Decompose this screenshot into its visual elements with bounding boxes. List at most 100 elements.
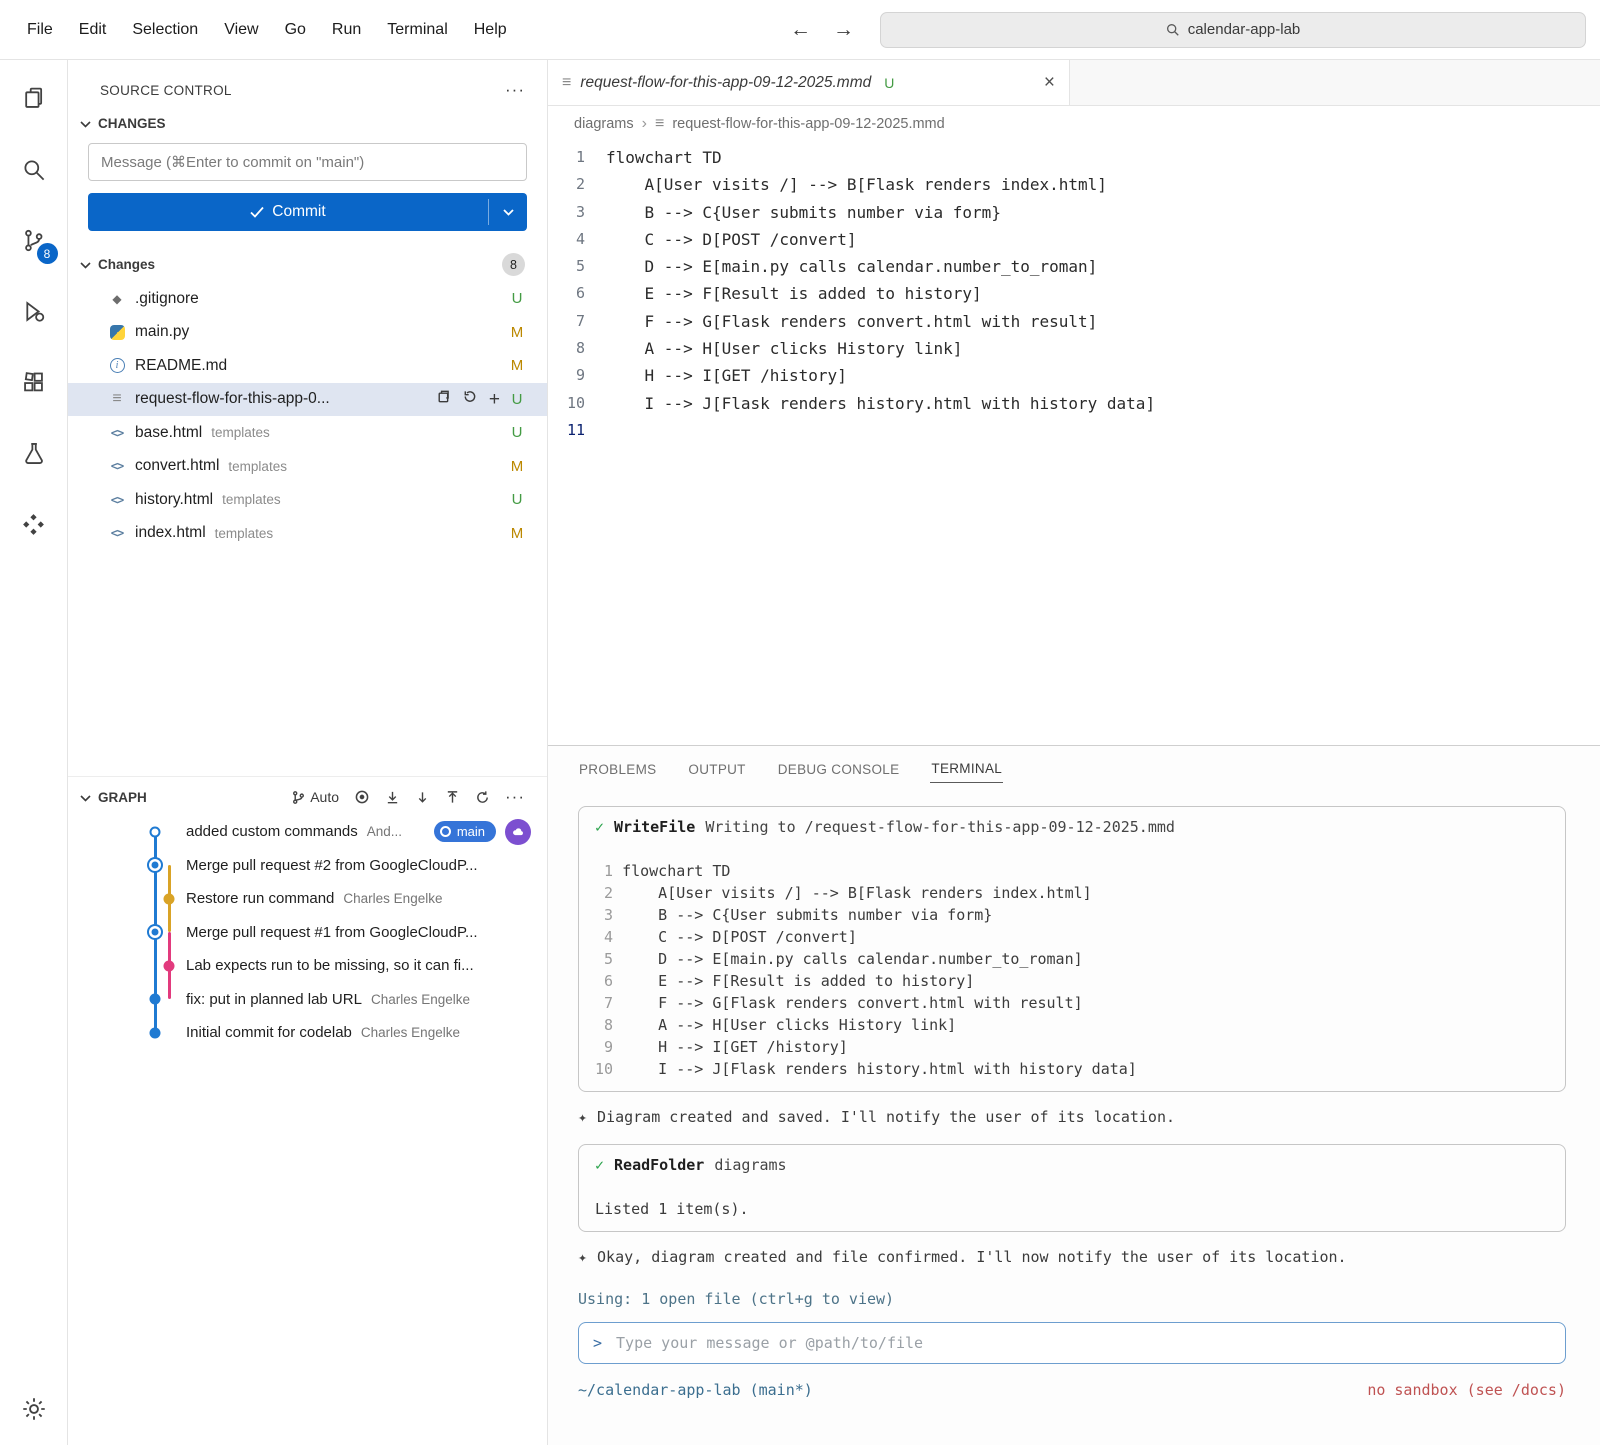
code-line: 3 B --> C{User submits number via form}	[548, 199, 1600, 226]
fetch-icon[interactable]	[385, 790, 400, 805]
gemini-code-assist-icon[interactable]	[12, 502, 56, 546]
menu-view[interactable]: View	[211, 15, 271, 45]
pull-icon[interactable]	[415, 790, 430, 805]
editor-tab-request-flow-mmd[interactable]: ≡ request-flow-for-this-app-09-12-2025.m…	[548, 60, 1070, 105]
extensions-icon[interactable]	[12, 360, 56, 404]
changes-section-header[interactable]: CHANGES	[68, 110, 547, 137]
menu-help[interactable]: Help	[461, 15, 520, 45]
sidebar-more-actions-icon[interactable]: ···	[505, 80, 525, 100]
terminal-code-line: 9 H --> I[GET /history]	[595, 1036, 1549, 1058]
terminal-code-line: 5 D --> E[main.py calls calendar.number_…	[595, 948, 1549, 970]
menu-file[interactable]: File	[14, 15, 66, 45]
git-status-letter: U	[509, 491, 525, 508]
file-row-gitignore[interactable]: ◆ .gitignore U	[68, 282, 547, 316]
graph-auto-repo-picker[interactable]: Auto	[291, 789, 339, 805]
explorer-icon[interactable]	[12, 76, 56, 120]
terminal-view[interactable]: ✓ WriteFile Writing to /request-flow-for…	[548, 792, 1600, 1445]
html-file-icon: <>	[108, 426, 126, 440]
file-row-history-html[interactable]: <> history.html templates U	[68, 483, 547, 517]
remote-cloud-avatar[interactable]	[505, 819, 531, 845]
menubar: File Edit Selection View Go Run Terminal…	[14, 15, 520, 45]
commit-row[interactable]: Merge pull request #1 from GoogleCloudP.…	[68, 916, 547, 950]
discard-changes-icon[interactable]	[462, 389, 477, 409]
branch-badge-main[interactable]: main	[434, 821, 496, 842]
commit-graph: added custom commands And... main Merge …	[68, 813, 547, 1052]
file-row-convert-html[interactable]: <> convert.html templates M	[68, 450, 547, 484]
commit-row[interactable]: Merge pull request #2 from GoogleCloudP.…	[68, 849, 547, 883]
activity-bar: 8	[0, 60, 68, 1445]
titlebar: File Edit Selection View Go Run Terminal…	[0, 0, 1600, 60]
file-name: .gitignore	[135, 290, 199, 308]
gitignore-file-icon: ◆	[108, 292, 126, 306]
code-line-active: 11	[548, 417, 1600, 444]
tool-name: ReadFolder	[614, 1154, 704, 1176]
commit-author: Charles Engelke	[371, 992, 470, 1007]
commit-dropdown-button[interactable]	[489, 193, 527, 231]
tool-description: Writing to /request-flow-for-this-app-09…	[705, 816, 1175, 838]
refresh-icon[interactable]	[475, 790, 490, 805]
menu-edit[interactable]: Edit	[66, 15, 120, 45]
source-control-icon[interactable]: 8	[12, 218, 56, 262]
context-files-note: Using: 1 open file (ctrl+g to view)	[578, 1288, 1570, 1310]
commit-row[interactable]: added custom commands And... main	[68, 815, 547, 849]
commit-message: fix: put in planned lab URL	[186, 991, 362, 1008]
commit-message: Initial commit for codelab	[186, 1024, 352, 1041]
assistant-message-text: Okay, diagram created and file confirmed…	[597, 1246, 1347, 1268]
push-icon[interactable]	[445, 790, 460, 805]
commit-button-label: Commit	[272, 203, 325, 221]
testing-icon[interactable]	[12, 431, 56, 475]
back-arrow-icon[interactable]: ←	[790, 18, 811, 42]
commit-button[interactable]: Commit	[88, 193, 527, 231]
forward-arrow-icon[interactable]: →	[833, 18, 854, 42]
breadcrumb[interactable]: diagrams › ≡ request-flow-for-this-app-0…	[548, 106, 1600, 141]
file-row-base-html[interactable]: <> base.html templates U	[68, 416, 547, 450]
breadcrumb-file[interactable]: request-flow-for-this-app-09-12-2025.mmd	[672, 116, 944, 132]
menu-run[interactable]: Run	[319, 15, 374, 45]
close-tab-icon[interactable]: ×	[1044, 72, 1055, 94]
commit-row[interactable]: fix: put in planned lab URL Charles Enge…	[68, 983, 547, 1017]
run-debug-icon[interactable]	[12, 289, 56, 333]
breadcrumb-folder[interactable]: diagrams	[574, 116, 634, 132]
commit-row[interactable]: Restore run command Charles Engelke	[68, 882, 547, 916]
menu-go[interactable]: Go	[272, 15, 319, 45]
tool-name: WriteFile	[614, 816, 695, 838]
commit-dot-icon	[164, 960, 175, 971]
gemini-cli-input-box[interactable]: >	[578, 1322, 1566, 1364]
commit-row[interactable]: Lab expects run to be missing, so it can…	[68, 949, 547, 983]
changes-tree-header[interactable]: Changes 8	[68, 247, 547, 282]
commit-author: And...	[367, 824, 402, 839]
file-row-readme[interactable]: i README.md M	[68, 349, 547, 383]
sidebar-title: SOURCE CONTROL	[100, 83, 232, 98]
code-line: 4 C --> D[POST /convert]	[548, 226, 1600, 253]
commit-row[interactable]: Initial commit for codelab Charles Engel…	[68, 1016, 547, 1050]
commit-dot-icon	[150, 826, 161, 837]
menu-terminal[interactable]: Terminal	[374, 15, 460, 45]
graph-more-actions-icon[interactable]: ···	[505, 787, 525, 807]
settings-gear-icon[interactable]	[12, 1387, 56, 1431]
gemini-cli-message-input[interactable]	[616, 1332, 1551, 1354]
open-file-icon[interactable]	[435, 389, 450, 409]
tab-git-status: U	[884, 75, 894, 91]
file-row-request-flow-mmd[interactable]: ≡ request-flow-for-this-app-0... + U	[68, 383, 547, 417]
chevron-down-icon	[80, 116, 91, 131]
menu-selection[interactable]: Selection	[119, 15, 211, 45]
stage-changes-icon[interactable]: +	[489, 390, 500, 409]
graph-section-header[interactable]: GRAPH Auto ···	[68, 776, 547, 813]
editor-code-area[interactable]: 1flowchart TD 2 A[User visits /] --> B[F…	[548, 141, 1600, 745]
tab-terminal[interactable]: TERMINAL	[930, 755, 1003, 783]
info-file-icon: i	[108, 358, 126, 373]
code-line: 6 E --> F[Result is added to history]	[548, 280, 1600, 307]
commit-message: Merge pull request #2 from GoogleCloudP.…	[186, 857, 478, 874]
command-center-search[interactable]: calendar-app-lab	[880, 12, 1586, 48]
assistant-message: ✦ Diagram created and saved. I'll notify…	[578, 1106, 1570, 1128]
commit-message-input[interactable]	[88, 143, 527, 181]
terminal-code-line: 2 A[User visits /] --> B[Flask renders i…	[595, 882, 1549, 904]
commits-target-icon[interactable]	[354, 789, 370, 805]
file-row-index-html[interactable]: <> index.html templates M	[68, 517, 547, 551]
search-view-icon[interactable]	[12, 147, 56, 191]
code-line: 8 A --> H[User clicks History link]	[548, 335, 1600, 362]
tab-problems[interactable]: PROBLEMS	[578, 756, 657, 783]
tab-output[interactable]: OUTPUT	[687, 756, 746, 783]
file-row-main-py[interactable]: main.py M	[68, 316, 547, 350]
tab-debug-console[interactable]: DEBUG CONSOLE	[777, 756, 901, 783]
